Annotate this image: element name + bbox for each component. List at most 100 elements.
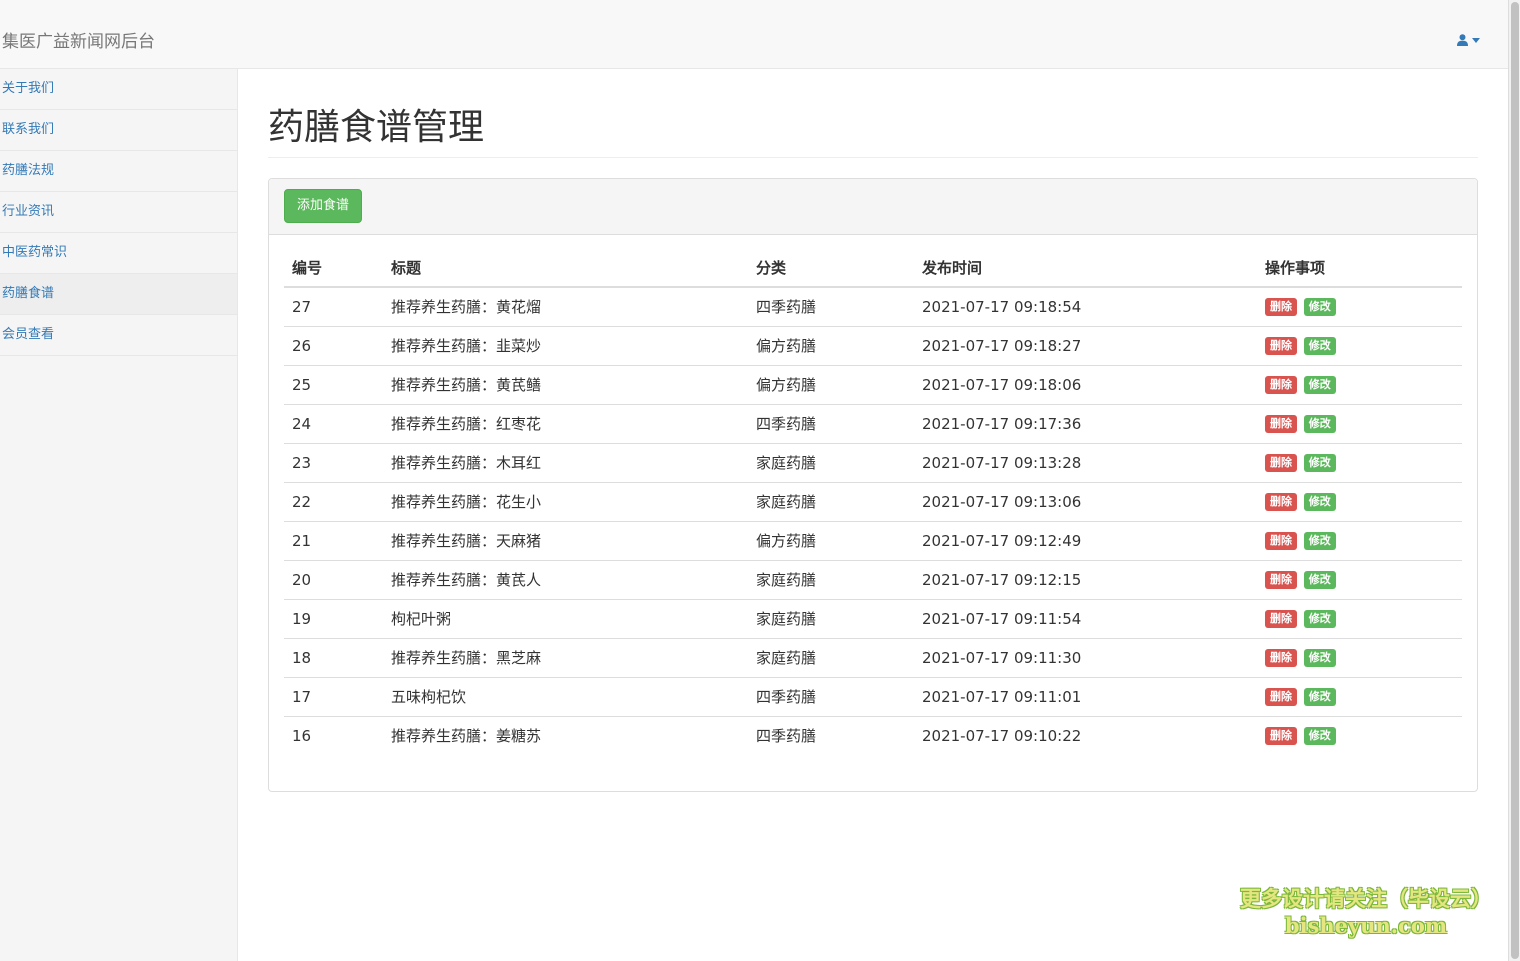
sidebar-item-2[interactable]: 药膳法规 — [0, 151, 237, 192]
edit-button[interactable]: 修改 — [1303, 570, 1336, 589]
edit-button[interactable]: 修改 — [1303, 609, 1336, 628]
cell-id: 23 — [284, 443, 383, 483]
delete-button[interactable]: 删除 — [1265, 648, 1297, 667]
table-row: 18 推荐养生药膳：黑芝麻 家庭药膳 2021-07-17 09:11:30 删除 修改 — [284, 638, 1462, 678]
cell-title: 推荐养生药膳：花生小 — [383, 482, 748, 522]
add-recipe-button[interactable]: 添加食谱 — [284, 189, 363, 223]
sidebar-item-5[interactable]: 药膳食谱 — [0, 274, 237, 315]
cell-publish-time: 2021-07-17 09:17:36 — [914, 404, 1257, 444]
cell-category: 四季药膳 — [756, 727, 817, 746]
cell-actions: 删除 修改 — [1257, 638, 1462, 678]
page-title: 药膳食谱管理 — [268, 107, 485, 148]
scrollbar-thumb[interactable] — [1511, 2, 1519, 959]
cell-id: 26 — [284, 326, 383, 366]
table-row: 17 五味枸杞饮 四季药膳 2021-07-17 09:11:01 删除 修改 — [284, 677, 1462, 717]
sidebar-item-6[interactable]: 会员查看 — [0, 315, 237, 356]
delete-button[interactable]: 删除 — [1265, 687, 1297, 706]
user-dropdown-toggle[interactable] — [1457, 34, 1480, 46]
cell-category: 家庭药膳 — [748, 599, 914, 639]
cell-id: 16 — [292, 726, 312, 745]
delete-button[interactable]: 删除 — [1265, 531, 1297, 550]
delete-button[interactable]: 删除 — [1265, 298, 1297, 316]
title-divider — [268, 157, 1478, 158]
cell-id: 21 — [284, 521, 383, 561]
edit-button[interactable]: 修改 — [1303, 727, 1336, 745]
cell-id: 19 — [284, 599, 383, 639]
table-row: 25 推荐养生药膳：黄芪鳝 偏方药膳 2021-07-17 09:18:06 删除 修改 — [284, 365, 1462, 405]
cell-actions: 删除 修改 — [1257, 482, 1462, 522]
cell-actions: 删除 修改 — [1257, 560, 1462, 600]
cell-publish-time: 2021-07-17 09:12:15 — [914, 560, 1257, 600]
cell-title: 推荐养生药膳：姜糖苏 — [391, 727, 542, 746]
cell-id: 25 — [284, 365, 383, 405]
edit-button[interactable]: 修改 — [1303, 375, 1336, 394]
cell-title: 推荐养生药膳：天麻猪 — [383, 521, 748, 561]
cell-actions: 删除 修改 — [1257, 677, 1462, 717]
table-row: 19 枸杞叶粥 家庭药膳 2021-07-17 09:11:54 删除 修改 — [284, 599, 1462, 639]
cell-title: 五味枸杞饮 — [383, 677, 748, 717]
edit-button[interactable]: 修改 — [1303, 414, 1336, 433]
cell-id: 18 — [284, 638, 383, 678]
sidebar-item-1[interactable]: 联系我们 — [0, 110, 237, 151]
cell-publish-time: 2021-07-17 09:11:30 — [914, 638, 1257, 678]
header-actions: 操作事项 — [1257, 249, 1462, 288]
edit-button[interactable]: 修改 — [1303, 648, 1336, 667]
panel-heading: 添加食谱 — [269, 179, 1477, 235]
cell-actions: 删除 修改 — [1257, 404, 1462, 444]
cell-publish-time: 2021-07-17 09:18:54 — [914, 287, 1257, 327]
sidebar-item-3[interactable]: 行业资讯 — [0, 192, 237, 233]
cell-actions: 删除 修改 — [1257, 443, 1462, 483]
recipe-panel: 添加食谱 编号 标题 分类 发布时间 操作事项 27 推荐养生药膳：黄花熘 四季药膳… — [268, 178, 1478, 792]
user-icon — [1457, 34, 1468, 46]
delete-button[interactable]: 删除 — [1265, 375, 1297, 394]
cell-category: 家庭药膳 — [748, 560, 914, 600]
cell-actions: 删除 修改 — [1257, 326, 1462, 366]
cell-category: 偏方药膳 — [748, 326, 914, 366]
cell-title: 推荐养生药膳：红枣花 — [383, 404, 748, 444]
delete-button[interactable]: 删除 — [1265, 570, 1297, 589]
sidebar-item-0[interactable]: 关于我们 — [0, 69, 237, 110]
cell-actions: 删除 修改 — [1257, 599, 1462, 639]
delete-button[interactable]: 删除 — [1265, 609, 1297, 628]
table-row: 27 推荐养生药膳：黄花熘 四季药膳 2021-07-17 09:18:54 删除 修改 — [284, 287, 1462, 327]
delete-button[interactable]: 删除 — [1265, 492, 1297, 511]
delete-button[interactable]: 删除 — [1265, 414, 1297, 433]
cell-title: 枸杞叶粥 — [383, 599, 748, 639]
header-title: 标题 — [383, 249, 748, 288]
brand-title[interactable]: 集医广益新闻网后台 — [2, 31, 155, 53]
cell-actions: 删除 修改 — [1257, 716, 1462, 755]
sidebar-item-4[interactable]: 中医药常识 — [0, 233, 237, 274]
cell-category: 偏方药膳 — [748, 365, 914, 405]
edit-button[interactable]: 修改 — [1303, 336, 1336, 355]
cell-category: 家庭药膳 — [748, 638, 914, 678]
cell-category: 四季药膳 — [748, 404, 914, 444]
header-category: 分类 — [748, 249, 914, 288]
cell-category: 四季药膳 — [748, 677, 914, 717]
table-row: 22 推荐养生药膳：花生小 家庭药膳 2021-07-17 09:13:06 删除 修改 — [284, 482, 1462, 522]
table-row: 24 推荐养生药膳：红枣花 四季药膳 2021-07-17 09:17:36 删除 修改 — [284, 404, 1462, 444]
cell-publish-time: 2021-07-17 09:13:28 — [914, 443, 1257, 483]
table-row: 23 推荐养生药膳：木耳红 家庭药膳 2021-07-17 09:13:28 删除 修改 — [284, 443, 1462, 483]
cell-id: 22 — [284, 482, 383, 522]
cell-category: 家庭药膳 — [748, 482, 914, 522]
delete-button[interactable]: 删除 — [1265, 336, 1297, 355]
cell-actions: 删除 修改 — [1257, 521, 1462, 561]
delete-button[interactable]: 删除 — [1265, 727, 1297, 745]
edit-button[interactable]: 修改 — [1303, 687, 1336, 706]
caret-down-icon — [1472, 37, 1480, 43]
edit-button[interactable]: 修改 — [1303, 298, 1336, 316]
cell-id: 24 — [284, 404, 383, 444]
vertical-scrollbar[interactable] — [1508, 0, 1520, 961]
cell-actions: 删除 修改 — [1257, 287, 1462, 327]
cell-publish-time: 2021-07-17 09:18:06 — [914, 365, 1257, 405]
edit-button[interactable]: 修改 — [1303, 453, 1336, 472]
cell-id: 27 — [284, 287, 383, 327]
cell-title: 推荐养生药膳：黄花熘 — [383, 287, 748, 327]
delete-button[interactable]: 删除 — [1265, 453, 1297, 472]
cell-title: 推荐养生药膳：黑芝麻 — [383, 638, 748, 678]
cell-category: 家庭药膳 — [748, 443, 914, 483]
recipe-table: 编号 标题 分类 发布时间 操作事项 27 推荐养生药膳：黄花熘 四季药膳 2021-… — [284, 249, 1462, 755]
edit-button[interactable]: 修改 — [1303, 531, 1336, 550]
edit-button[interactable]: 修改 — [1303, 492, 1336, 511]
table-row: 16 推荐养生药膳：姜糖苏 四季药膳 2021-07-17 09:10:22 删除 修改 — [284, 716, 1462, 755]
